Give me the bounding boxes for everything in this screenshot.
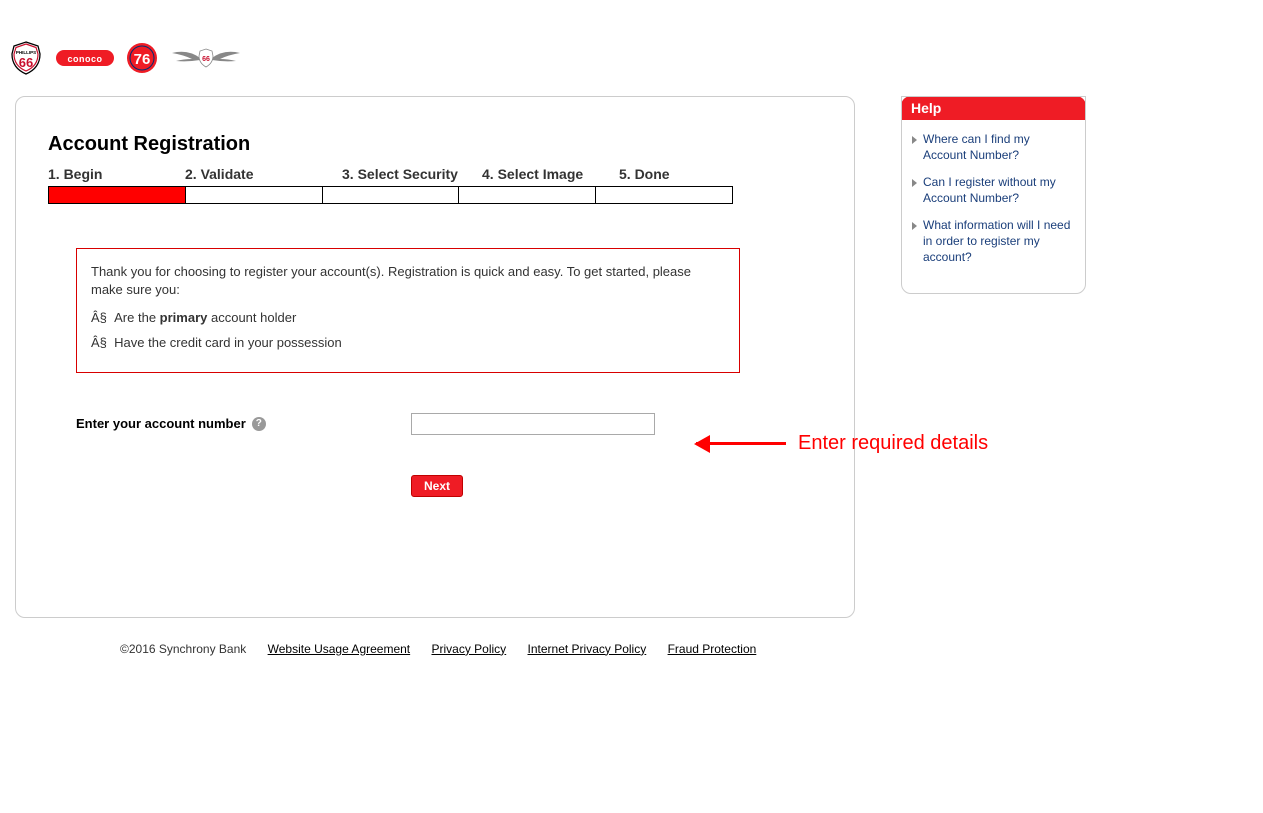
help-icon[interactable]: ?	[252, 417, 266, 431]
page-title: Account Registration	[48, 133, 822, 156]
instruction-item-1: Â§ Are the primary account holder	[91, 309, 725, 327]
help-link-info-needed[interactable]: What information will I need in order to…	[923, 218, 1075, 265]
chevron-right-icon	[912, 222, 917, 230]
svg-text:66: 66	[202, 56, 210, 63]
step-1-label: 1. Begin	[48, 166, 185, 182]
help-link-1: Where can I find my Account Number?	[912, 132, 1075, 163]
progress-seg-3	[323, 187, 460, 203]
footer-link-fraud[interactable]: Fraud Protection	[668, 642, 757, 656]
progress-seg-5	[596, 187, 732, 203]
instructions-intro: Thank you for choosing to register your …	[91, 263, 725, 299]
footer-link-internet-privacy[interactable]: Internet Privacy Policy	[528, 642, 647, 656]
help-link-2: Can I register without my Account Number…	[912, 175, 1075, 206]
footer-link-privacy[interactable]: Privacy Policy	[431, 642, 506, 656]
svg-text:76: 76	[134, 51, 151, 68]
seventysix-logo: 76	[126, 42, 158, 74]
copyright-text: ©2016 Synchrony Bank	[120, 642, 246, 656]
phillips66-logo: PHILLIPS 66	[8, 40, 44, 76]
svg-text:conoco: conoco	[67, 54, 102, 64]
chevron-right-icon	[912, 179, 917, 187]
footer: ©2016 Synchrony Bank Website Usage Agree…	[120, 642, 1263, 656]
account-number-label: Enter your account number ?	[76, 416, 411, 431]
help-header: Help	[901, 96, 1086, 120]
instructions-box: Thank you for choosing to register your …	[76, 248, 740, 373]
aviation-wings-logo: 66	[170, 45, 242, 71]
step-2-label: 2. Validate	[185, 166, 342, 182]
brand-logos: PHILLIPS 66 conoco 76 66	[0, 0, 1263, 96]
step-4-label: 4. Select Image	[482, 166, 619, 182]
help-link-account-number[interactable]: Where can I find my Account Number?	[923, 132, 1075, 163]
step-3-label: 3. Select Security	[342, 166, 482, 182]
footer-link-usage[interactable]: Website Usage Agreement	[268, 642, 411, 656]
progress-seg-1	[49, 187, 186, 203]
next-button[interactable]: Next	[411, 475, 463, 497]
help-link-list: Where can I find my Account Number? Can …	[902, 120, 1085, 293]
step-5-label: 5. Done	[619, 166, 756, 182]
chevron-right-icon	[912, 136, 917, 144]
account-number-input[interactable]	[411, 413, 655, 435]
progress-seg-2	[186, 187, 323, 203]
conoco-logo: conoco	[56, 48, 114, 68]
main-panel: Account Registration 1. Begin 2. Validat…	[15, 96, 855, 618]
step-labels: 1. Begin 2. Validate 3. Select Security …	[48, 166, 822, 182]
help-link-3: What information will I need in order to…	[912, 218, 1075, 265]
progress-seg-4	[459, 187, 596, 203]
progress-bar	[48, 186, 733, 204]
help-link-register-without[interactable]: Can I register without my Account Number…	[923, 175, 1075, 206]
svg-text:66: 66	[19, 55, 33, 70]
help-panel: Help Where can I find my Account Number?…	[901, 96, 1086, 294]
account-number-row: Enter your account number ?	[76, 413, 822, 435]
instruction-item-2: Â§ Have the credit card in your possessi…	[91, 334, 725, 352]
